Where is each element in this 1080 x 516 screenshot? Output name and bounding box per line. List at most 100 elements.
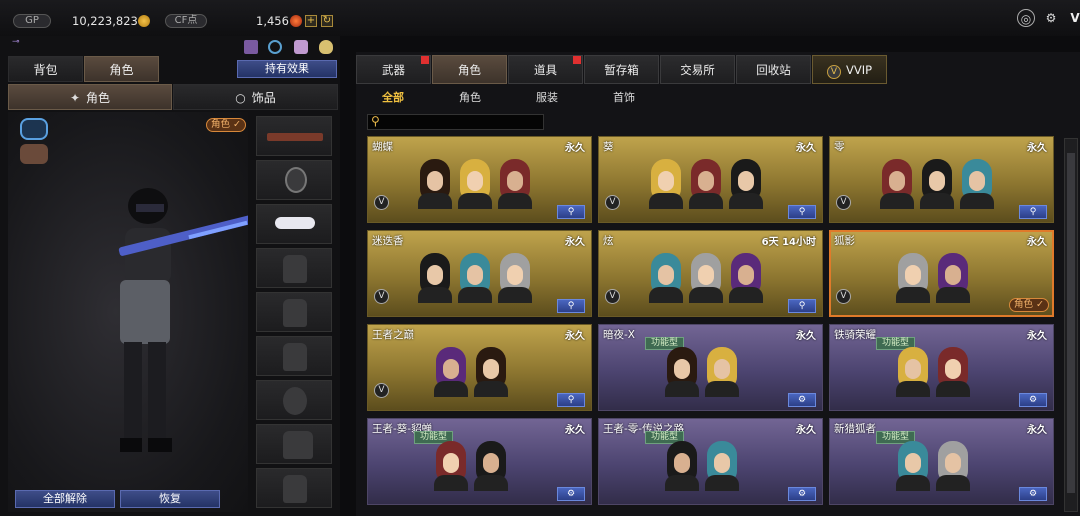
gear-icon[interactable]: ⚙ bbox=[788, 487, 816, 501]
gear-icon[interactable]: ⚙ bbox=[1019, 393, 1047, 407]
character-portrait bbox=[418, 253, 452, 303]
slot-grenade[interactable] bbox=[256, 380, 332, 420]
subtab-jewelry[interactable]: 首饰 bbox=[613, 89, 635, 105]
character-card[interactable]: 新猎狐者 永久 功能型 ⚙ bbox=[829, 418, 1054, 505]
rifle-icon bbox=[267, 133, 323, 141]
slot-rifle[interactable] bbox=[256, 116, 332, 156]
gear-icon[interactable]: ⚙ bbox=[1042, 9, 1060, 27]
portrait-body bbox=[689, 193, 723, 209]
slot-pouch[interactable] bbox=[256, 336, 332, 376]
tab-storage[interactable]: 暂存箱 bbox=[584, 55, 659, 84]
portrait-body bbox=[434, 381, 468, 397]
pet-icon bbox=[283, 431, 313, 459]
character-portrait bbox=[936, 441, 970, 491]
card-duration: 永久 bbox=[565, 331, 585, 342]
cf-value: 1,456 bbox=[256, 14, 289, 28]
bag-icon[interactable] bbox=[319, 40, 333, 54]
tab-items[interactable]: 道具 bbox=[508, 55, 583, 84]
search-input[interactable]: ⚲ bbox=[367, 114, 544, 130]
subtab-clothing[interactable]: 服装 bbox=[536, 89, 558, 105]
gp-label: GP bbox=[13, 14, 51, 28]
subtab-accessory[interactable]: ○ 饰品 bbox=[173, 84, 338, 110]
portrait-face bbox=[945, 265, 961, 285]
portrait-face bbox=[945, 453, 961, 473]
portrait-face bbox=[658, 171, 674, 191]
magnify-icon[interactable]: ⚲ bbox=[557, 205, 585, 219]
refresh-button[interactable]: ↻ bbox=[321, 15, 333, 27]
globe-icon[interactable]: ◎ bbox=[1017, 9, 1035, 27]
owned-effects-button[interactable]: 持有效果 bbox=[237, 60, 337, 78]
portrait-body bbox=[705, 475, 739, 491]
character-card[interactable]: 狐影 永久 V 角色 ✓ bbox=[829, 230, 1054, 317]
slot-helmet[interactable] bbox=[256, 160, 332, 200]
cf-coin-icon bbox=[290, 15, 302, 27]
character-portrait bbox=[920, 159, 954, 209]
scrollbar-thumb[interactable] bbox=[1067, 153, 1075, 493]
slot-pet[interactable] bbox=[256, 424, 332, 464]
character-card[interactable]: 王者-葵-貂蝉 永久 功能型 ⚙ bbox=[367, 418, 592, 505]
magnify-icon[interactable]: ⚲ bbox=[557, 393, 585, 407]
character-portrait bbox=[458, 253, 492, 303]
character-card[interactable]: 迷迭香 永久 V ⚲ bbox=[367, 230, 592, 317]
character-card[interactable]: 王者-零-传说之路 永久 功能型 ⚙ bbox=[598, 418, 823, 505]
grenade-icon bbox=[283, 387, 307, 415]
character-portrait bbox=[474, 441, 508, 491]
character-card[interactable]: 炫 6天 14小时 V ⚲ bbox=[598, 230, 823, 317]
character-card[interactable]: 王者之巅 永久 V ⚲ bbox=[367, 324, 592, 411]
character-card[interactable]: 零 永久 V ⚲ bbox=[829, 136, 1054, 223]
magnify-icon[interactable]: ⚲ bbox=[557, 299, 585, 313]
cycle-icon[interactable] bbox=[268, 40, 282, 54]
user-icon[interactable] bbox=[294, 40, 308, 54]
subtab-character[interactable]: ✦ 角色 bbox=[8, 84, 172, 110]
restore-button[interactable]: 恢复 bbox=[120, 490, 220, 508]
character-portrait bbox=[729, 253, 763, 303]
gift-icon[interactable] bbox=[244, 40, 258, 54]
gear-icon[interactable]: ⚙ bbox=[557, 487, 585, 501]
portrait-body bbox=[729, 287, 763, 303]
portrait-face bbox=[483, 453, 499, 473]
slot-goggles[interactable] bbox=[256, 204, 332, 244]
pouch-icon bbox=[283, 343, 307, 371]
tab-exchange[interactable]: 交易所 bbox=[660, 55, 735, 84]
tab-backpack[interactable]: 背包 bbox=[8, 56, 83, 82]
magnify-icon[interactable]: ⚲ bbox=[1019, 205, 1047, 219]
slot-vest[interactable] bbox=[256, 292, 332, 332]
tab-vvip[interactable]: V VVIP bbox=[812, 55, 887, 84]
slot-figure[interactable] bbox=[256, 248, 332, 288]
character-card[interactable]: 暗夜-X 永久 功能型 ⚙ bbox=[598, 324, 823, 411]
gear-icon[interactable]: ⚙ bbox=[788, 393, 816, 407]
magnify-icon[interactable]: ⚲ bbox=[788, 299, 816, 313]
portrait-face bbox=[507, 171, 523, 191]
tab-character[interactable]: 角色 bbox=[84, 56, 159, 82]
card-duration: 6天 14小时 bbox=[761, 237, 816, 248]
scrollbar[interactable] bbox=[1064, 138, 1078, 512]
portrait-body bbox=[474, 381, 508, 397]
portrait-body bbox=[936, 381, 970, 397]
card-duration: 永久 bbox=[796, 331, 816, 342]
character-card[interactable]: 葵 永久 V ⚲ bbox=[598, 136, 823, 223]
card-name: 王者之巅 bbox=[372, 329, 414, 341]
tab-recycle[interactable]: 回收站 bbox=[736, 55, 811, 84]
character-portrait bbox=[665, 347, 699, 397]
gear-icon[interactable]: ⚙ bbox=[1019, 487, 1047, 501]
ring-icon: ○ bbox=[235, 91, 246, 105]
unequip-all-button[interactable]: 全部解除 bbox=[15, 490, 115, 508]
character-card[interactable]: 铁骑荣耀 永久 功能型 ⚙ bbox=[829, 324, 1054, 411]
slot-glove[interactable] bbox=[256, 468, 332, 508]
portrait-face bbox=[905, 265, 921, 285]
subtab-all[interactable]: 全部 bbox=[382, 89, 404, 105]
portrait-face bbox=[738, 171, 754, 191]
items-gift-icon bbox=[573, 56, 581, 64]
portrait-face bbox=[483, 359, 499, 379]
subtab-characters[interactable]: 角色 bbox=[459, 89, 481, 105]
character-portrait bbox=[689, 253, 723, 303]
add-cf-button[interactable]: + bbox=[305, 15, 317, 27]
portrait-face bbox=[658, 265, 674, 285]
tab-weapons[interactable]: 武器 bbox=[356, 55, 431, 84]
magnify-icon[interactable]: ⚲ bbox=[788, 205, 816, 219]
character-card[interactable]: 蝴蝶 永久 V ⚲ bbox=[367, 136, 592, 223]
character-preview[interactable]: 角色 ✓ bbox=[8, 112, 248, 512]
vvip-top-icon[interactable]: V bbox=[1066, 9, 1080, 27]
tab-characters[interactable]: 角色 bbox=[432, 55, 507, 84]
portrait-body bbox=[418, 193, 452, 209]
